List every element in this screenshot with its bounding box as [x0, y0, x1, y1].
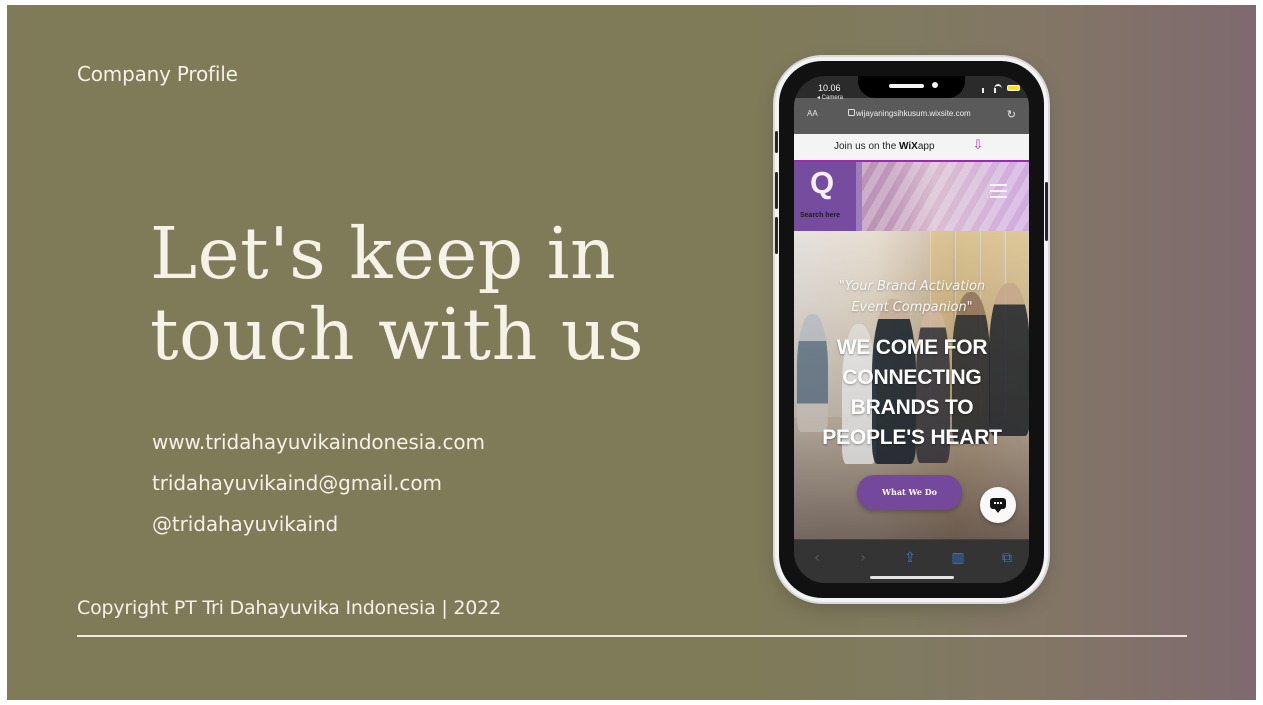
wix-banner-text: Join us on the WiXapp	[834, 141, 935, 152]
copyright-text: Copyright PT Tri Dahayuvika Indonesia | …	[77, 597, 501, 619]
search-button[interactable]: Q Search here	[794, 162, 856, 231]
website-contact: www.tridahayuvikaindonesia.com	[152, 430, 485, 454]
contact-headline: Let's keep in touch with us	[150, 212, 645, 376]
status-time: 10.06	[818, 83, 841, 93]
browser-address-bar: AA wijayaningsihkusum.wixsite.com ↻	[794, 98, 1029, 134]
chat-icon	[990, 498, 1006, 513]
wifi-icon	[994, 84, 1002, 94]
url-field[interactable]: wijayaningsihkusum.wixsite.com	[856, 109, 971, 118]
text-size-button[interactable]: AA	[807, 109, 818, 118]
phone-side-button	[775, 131, 778, 153]
wix-banner-prefix: Join us on the	[834, 141, 897, 152]
hero-section: "Your Brand Activation Event Companion" …	[794, 231, 1029, 539]
camera-icon	[932, 82, 938, 88]
search-letter: Q	[810, 165, 835, 200]
company-profile-slide: Company Profile Let's keep in touch with…	[7, 5, 1256, 700]
wix-brand-text: WiX	[899, 141, 918, 152]
camera-back-link[interactable]: ◂ Camera	[817, 94, 843, 101]
tabs-icon[interactable]: ⧉	[997, 551, 1017, 565]
wix-banner-suffix: app	[917, 141, 935, 152]
share-icon[interactable]: ⇪	[900, 551, 920, 565]
wix-app-banner[interactable]: Join us on the WiXapp ⇩	[794, 134, 1029, 162]
status-icons	[982, 84, 1020, 93]
search-label: Search here	[800, 212, 841, 219]
hamburger-menu-icon[interactable]	[990, 184, 1007, 198]
download-icon[interactable]: ⇩	[971, 139, 985, 153]
menu-line-icon	[990, 190, 1007, 192]
site-header: Q Search here	[794, 162, 1029, 231]
lock-icon	[848, 109, 855, 116]
hero-tagline: "Your Brand Activation Event Companion"	[838, 279, 986, 315]
hero-title: WE COME FOR CONNECTING BRANDS TO PEOPLE'…	[822, 336, 1002, 449]
forward-icon[interactable]: ›	[853, 551, 873, 565]
phone-notch	[858, 76, 965, 98]
reload-icon[interactable]: ↻	[1007, 108, 1016, 121]
back-icon[interactable]: ‹	[807, 551, 827, 565]
phone-screen: 10.06 ◂ Camera AA wijayaningsihkusum.wix…	[794, 76, 1029, 583]
menu-line-icon	[990, 196, 1007, 198]
what-we-do-button[interactable]: What We Do	[857, 475, 962, 510]
phone-mockup: 10.06 ◂ Camera AA wijayaningsihkusum.wix…	[775, 61, 1048, 598]
chat-dots-icon	[994, 502, 1002, 506]
home-indicator	[870, 576, 954, 579]
battery-icon	[1007, 85, 1020, 91]
menu-line-icon	[990, 184, 1007, 186]
chat-button[interactable]	[980, 487, 1016, 523]
phone-volume-down-button	[775, 217, 778, 254]
email-contact: tridahayuvikaind@gmail.com	[152, 471, 442, 495]
social-contact: @tridahayuvikaind	[152, 512, 339, 536]
footer-divider	[77, 635, 1187, 637]
phone-volume-up-button	[775, 172, 778, 209]
speaker-icon	[889, 84, 924, 88]
contact-list: www.tridahayuvikaindonesia.com tridahayu…	[152, 422, 485, 545]
phone-power-button	[1045, 182, 1048, 241]
eyebrow-label: Company Profile	[77, 62, 238, 86]
bookmarks-icon[interactable]: ▥	[948, 551, 968, 565]
